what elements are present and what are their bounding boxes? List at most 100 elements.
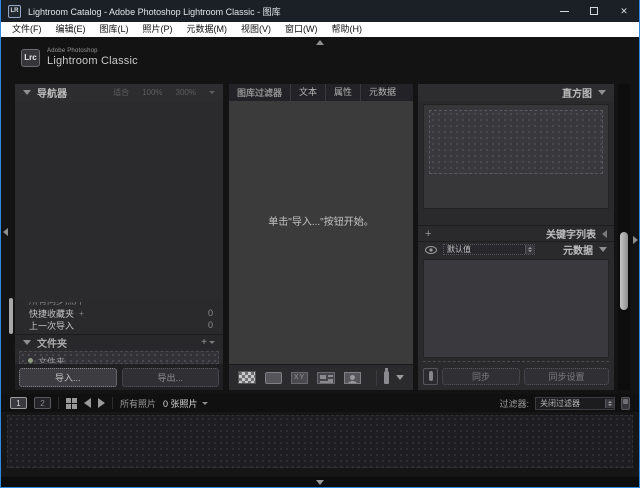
- filter-tab-metadata[interactable]: 元数据: [360, 84, 404, 101]
- filmstrip-empty-area[interactable]: [7, 415, 633, 468]
- menu-file[interactable]: 文件(F): [5, 22, 49, 37]
- add-keyword-button[interactable]: +: [425, 228, 431, 240]
- app-window: LR Lightroom Catalog - Adobe Photoshop L…: [0, 0, 640, 488]
- branding: Lrc Adobe Photoshop Lightroom Classic: [21, 48, 138, 67]
- navigator-title: 导航器: [37, 85, 67, 100]
- previous-import-label: 上一次导入: [29, 319, 74, 332]
- filmstrip: [1, 412, 639, 477]
- quick-collection-count: 0: [208, 308, 213, 318]
- loupe-view-icon[interactable]: [265, 372, 282, 384]
- navigator-header[interactable]: 导航器 适合 100% 300%: [15, 84, 223, 101]
- sync-settings-button[interactable]: 同步设置: [524, 368, 609, 385]
- filmstrip-filter-label: 过滤器:: [499, 397, 529, 410]
- left-scrollbar-thumb[interactable]: [9, 298, 13, 334]
- keyword-list-collapse-icon[interactable]: [602, 230, 607, 238]
- menu-library[interactable]: 图库(L): [93, 22, 136, 37]
- bottom-strip: [1, 477, 639, 487]
- sync-row: 同步 同步设置: [418, 366, 614, 390]
- maximize-button[interactable]: [579, 0, 609, 22]
- keyword-list-header[interactable]: + 关键字列表: [418, 225, 614, 241]
- metadata-disclosure-icon: [599, 247, 607, 252]
- add-folder-button[interactable]: +: [201, 337, 215, 348]
- histogram-disclosure-icon: [598, 90, 606, 95]
- left-panel: 导航器 适合 100% 300% 所有同步照片 快捷收藏夹 + 0 上一次导入 …: [15, 84, 223, 390]
- photo-count[interactable]: 0 张照片: [163, 397, 208, 410]
- zoom-100-option[interactable]: 100%: [142, 88, 162, 97]
- filmstrip-divider: [112, 397, 113, 409]
- menu-window[interactable]: 窗口(W): [278, 22, 325, 37]
- brand-line2: Lightroom Classic: [47, 55, 138, 67]
- filmstrip-filter-dropdown[interactable]: 关闭过滤器: [535, 397, 615, 410]
- right-scrollbar[interactable]: [618, 84, 630, 390]
- minimize-button[interactable]: [549, 0, 579, 22]
- previous-import-row[interactable]: 上一次导入 0: [15, 319, 223, 331]
- module-picker-collapse-icon[interactable]: [316, 40, 324, 45]
- title-bar: LR Lightroom Catalog - Adobe Photoshop L…: [1, 0, 639, 22]
- close-button[interactable]: ✕: [609, 0, 639, 22]
- right-panel-spacer: [418, 209, 614, 225]
- histogram-panel: [423, 104, 609, 209]
- metadata-header[interactable]: 默认值 元数据: [418, 241, 614, 257]
- folders-header[interactable]: 文件夹 +: [15, 334, 223, 349]
- folder-row[interactable]: 文件夹: [19, 351, 219, 364]
- previous-photo-icon[interactable]: [84, 398, 91, 408]
- painter-icon[interactable]: [384, 371, 389, 384]
- people-view-icon[interactable]: [344, 372, 361, 384]
- toolbar-dropdown-icon[interactable]: [396, 375, 404, 380]
- navigator-disclosure-icon: [23, 90, 31, 95]
- next-photo-icon[interactable]: [98, 398, 105, 408]
- menu-edit[interactable]: 编辑(E): [49, 22, 93, 37]
- main-window-button[interactable]: 1: [10, 397, 27, 409]
- grid-view-icon[interactable]: [238, 371, 256, 384]
- zoom-ratio-caret-icon[interactable]: [209, 91, 215, 94]
- left-panel-collapse-icon[interactable]: [3, 228, 8, 236]
- go-to-grid-icon[interactable]: [66, 398, 77, 409]
- filter-switch-icon[interactable]: [621, 397, 630, 410]
- sync-button[interactable]: 同步: [442, 368, 520, 385]
- toolbar-divider: [376, 370, 377, 386]
- menu-help[interactable]: 帮助(H): [325, 22, 370, 37]
- right-panel: 直方图 + 关键字列表 默认值 元数据: [418, 84, 614, 390]
- histogram-header[interactable]: 直方图: [418, 84, 614, 101]
- metadata-preset-dropdown[interactable]: 默认值: [443, 244, 535, 255]
- filmstrip-toolbar: 1 2 所有照片 0 张照片 过滤器: 关闭过滤器: [1, 394, 639, 412]
- filter-tab-text[interactable]: 文本: [290, 84, 325, 101]
- app-icon: LR: [8, 5, 21, 18]
- left-scrollbar[interactable]: [9, 84, 14, 390]
- library-filter-bar: 图库过滤器 文本 属性 元数据: [229, 84, 413, 101]
- navigator-zoom-options: 适合 100% 300%: [113, 87, 215, 98]
- survey-view-icon[interactable]: [317, 372, 335, 384]
- window-controls: ✕: [549, 0, 639, 22]
- keyword-list-title: 关键字列表: [546, 226, 596, 241]
- export-button[interactable]: 导出...: [122, 368, 220, 387]
- lrc-logo: Lrc: [21, 49, 40, 67]
- menu-metadata[interactable]: 元数据(M): [180, 22, 235, 37]
- zoom-300-option[interactable]: 300%: [176, 88, 196, 97]
- library-filter-title: 图库过滤器: [229, 86, 290, 99]
- top-chrome: Lrc Adobe Photoshop Lightroom Classic: [1, 37, 639, 84]
- filmstrip-collapse-icon[interactable]: [316, 480, 324, 485]
- window-title: Lightroom Catalog - Adobe Photoshop Ligh…: [28, 5, 281, 18]
- sync-toggle-icon[interactable]: [423, 368, 438, 385]
- compare-view-icon[interactable]: XY: [291, 372, 308, 384]
- menu-bar: 文件(F) 编辑(E) 图库(L) 照片(P) 元数据(M) 视图(V) 窗口(…: [1, 22, 639, 37]
- import-button[interactable]: 导入...: [19, 368, 117, 387]
- eye-icon[interactable]: [425, 246, 437, 254]
- metadata-title: 元数据: [563, 242, 593, 257]
- filter-tab-attribute[interactable]: 属性: [325, 84, 360, 101]
- add-folder-caret-icon: [209, 341, 215, 344]
- grid-view-canvas: 单击"导入..."按钮开始。: [229, 101, 413, 364]
- right-panel-collapse-icon[interactable]: [633, 236, 638, 244]
- menu-photo[interactable]: 照片(P): [136, 22, 180, 37]
- folder-status-dot: [28, 358, 33, 363]
- source-all-photos-label[interactable]: 所有照片: [120, 397, 156, 410]
- minimize-icon: [560, 11, 569, 12]
- menu-view[interactable]: 视图(V): [234, 22, 278, 37]
- right-scrollbar-thumb[interactable]: [620, 232, 628, 310]
- preset-spinner-icon: [525, 245, 534, 254]
- second-window-button[interactable]: 2: [34, 397, 51, 409]
- folders-title: 文件夹: [37, 335, 67, 350]
- zoom-fit-option[interactable]: 适合: [113, 87, 129, 98]
- quick-collection-row[interactable]: 快捷收藏夹 + 0: [15, 307, 223, 319]
- view-toolbar: XY: [229, 364, 413, 390]
